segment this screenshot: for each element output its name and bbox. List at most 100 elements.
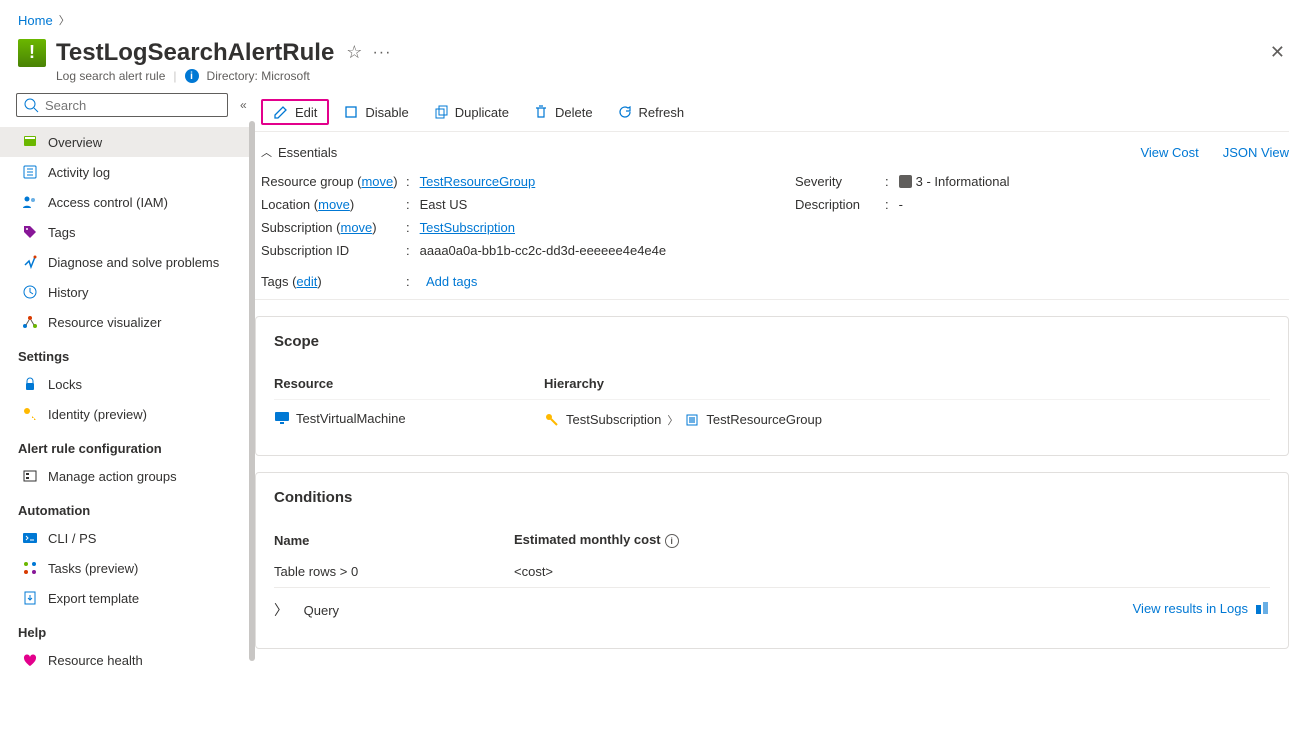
essentials-title: Essentials (278, 145, 337, 160)
close-icon[interactable]: ✕ (1266, 38, 1289, 67)
chevron-right-icon: 〉 (59, 12, 70, 28)
loc-move-link[interactable]: move (318, 197, 350, 212)
refresh-icon (617, 104, 633, 120)
delete-label: Delete (555, 105, 593, 120)
chevron-up-icon: ︿ (261, 144, 272, 160)
add-tags-link[interactable]: Add tags (426, 274, 477, 289)
sidebar-item-label: Diagnose and solve problems (48, 255, 219, 270)
hier-sub[interactable]: TestSubscription (566, 412, 661, 427)
sub-value-link[interactable]: TestSubscription (420, 220, 515, 235)
more-ellipsis-icon[interactable]: ··· (372, 44, 391, 62)
scope-title: Scope (274, 333, 1270, 350)
query-label: Query (304, 603, 339, 618)
sidebar-item-iam[interactable]: Access control (IAM) (0, 187, 255, 217)
view-cost-link[interactable]: View Cost (1140, 145, 1198, 160)
breadcrumb-home[interactable]: Home (18, 13, 53, 28)
duplicate-label: Duplicate (455, 105, 509, 120)
sidebar-item-history[interactable]: History (0, 277, 255, 307)
conditions-card: Conditions Name Estimated monthly costi … (255, 472, 1289, 649)
sidebar-item-label: Locks (48, 377, 82, 392)
sidebar-item-cli[interactable]: CLI / PS (0, 523, 255, 553)
page-header: ! TestLogSearchAlertRule ☆ ··· ✕ (0, 32, 1307, 67)
people-icon (22, 194, 38, 210)
vm-icon (274, 410, 290, 426)
overview-icon (22, 134, 38, 150)
sidebar-item-action-groups[interactable]: Manage action groups (0, 461, 255, 491)
rg-move-link[interactable]: move (361, 174, 393, 189)
tags-label: Tags (261, 274, 288, 289)
cond-th-cost: Estimated monthly costi (514, 524, 1270, 556)
favorite-star-icon[interactable]: ☆ (346, 42, 362, 63)
disable-button[interactable]: Disable (333, 99, 418, 125)
desc-label: Description (795, 197, 885, 212)
chevron-right-icon: 〉 (667, 412, 678, 428)
sidebar-item-label: Activity log (48, 165, 110, 180)
sidebar-section-settings: Settings (0, 337, 255, 369)
sidebar-item-visualizer[interactable]: Resource visualizer (0, 307, 255, 337)
sev-value: 3 - Informational (916, 174, 1010, 189)
sidebar-item-overview[interactable]: Overview (0, 127, 255, 157)
resource-type-label: Log search alert rule (56, 69, 165, 83)
severity-badge-icon (899, 175, 912, 188)
essentials-toggle[interactable]: ︿ Essentials (261, 144, 337, 160)
sidebar-item-tags[interactable]: Tags (0, 217, 255, 247)
terminal-icon (22, 530, 38, 546)
sidebar-item-label: Manage action groups (48, 469, 177, 484)
search-input[interactable] (45, 98, 221, 113)
logs-icon (1254, 600, 1270, 616)
sidebar-item-tasks[interactable]: Tasks (preview) (0, 553, 255, 583)
tags-edit-link[interactable]: edit (296, 274, 317, 289)
sidebar-item-label: Overview (48, 135, 102, 150)
sidebar-item-locks[interactable]: Locks (0, 369, 255, 399)
sidebar-item-label: Identity (preview) (48, 407, 147, 422)
sub-label: Subscription (261, 220, 333, 235)
cond-th-name: Name (274, 524, 514, 556)
essentials-section: ︿ Essentials View Cost JSON View Resourc… (255, 132, 1289, 300)
sidebar-item-export[interactable]: Export template (0, 583, 255, 613)
view-results-link[interactable]: View results in Logs (1133, 600, 1270, 616)
info-icon: i (185, 69, 199, 83)
info-icon[interactable]: i (665, 534, 679, 548)
sidebar-search[interactable] (16, 93, 228, 117)
sidebar-section-help: Help (0, 613, 255, 645)
sidebar: « Overview Activity log Access control (… (0, 93, 255, 675)
json-view-link[interactable]: JSON View (1223, 145, 1289, 160)
sub-move-link[interactable]: move (341, 220, 373, 235)
sidebar-scrollbar[interactable] (249, 121, 255, 661)
desc-value: - (899, 197, 903, 212)
query-expand[interactable]: 〉 Query (274, 603, 339, 618)
page-title: TestLogSearchAlertRule (56, 39, 334, 67)
cond-cost-value: <cost> (514, 556, 1270, 588)
sidebar-item-diagnose[interactable]: Diagnose and solve problems (0, 247, 255, 277)
directory-label: Directory: Microsoft (207, 69, 310, 83)
collapse-sidebar-icon[interactable]: « (236, 94, 251, 116)
chevron-right-icon: 〉 (274, 602, 300, 618)
sidebar-item-identity[interactable]: Identity (preview) (0, 399, 255, 429)
lock-icon (22, 376, 38, 392)
sidebar-item-resource-health[interactable]: Resource health (0, 645, 255, 675)
tasks-icon (22, 560, 38, 576)
refresh-label: Refresh (639, 105, 685, 120)
edit-button[interactable]: Edit (261, 99, 329, 125)
export-icon (22, 590, 38, 606)
edit-label: Edit (295, 105, 317, 120)
loc-value: East US (420, 197, 468, 212)
sidebar-item-activity-log[interactable]: Activity log (0, 157, 255, 187)
scope-th-hierarchy: Hierarchy (544, 368, 1270, 400)
refresh-button[interactable]: Refresh (607, 99, 695, 125)
action-groups-icon (22, 468, 38, 484)
sidebar-item-label: Resource health (48, 653, 143, 668)
duplicate-button[interactable]: Duplicate (423, 99, 519, 125)
visualizer-icon (22, 314, 38, 330)
activity-log-icon (22, 164, 38, 180)
rg-value-link[interactable]: TestResourceGroup (420, 174, 536, 189)
scope-resource-value[interactable]: TestVirtualMachine (296, 411, 406, 426)
delete-button[interactable]: Delete (523, 99, 603, 125)
edit-icon (273, 104, 289, 120)
sidebar-item-label: Tasks (preview) (48, 561, 138, 576)
sidebar-item-label: Export template (48, 591, 139, 606)
sidebar-item-label: CLI / PS (48, 531, 96, 546)
rg-label: Resource group (261, 174, 354, 189)
history-icon (22, 284, 38, 300)
hier-rg[interactable]: TestResourceGroup (706, 412, 822, 427)
